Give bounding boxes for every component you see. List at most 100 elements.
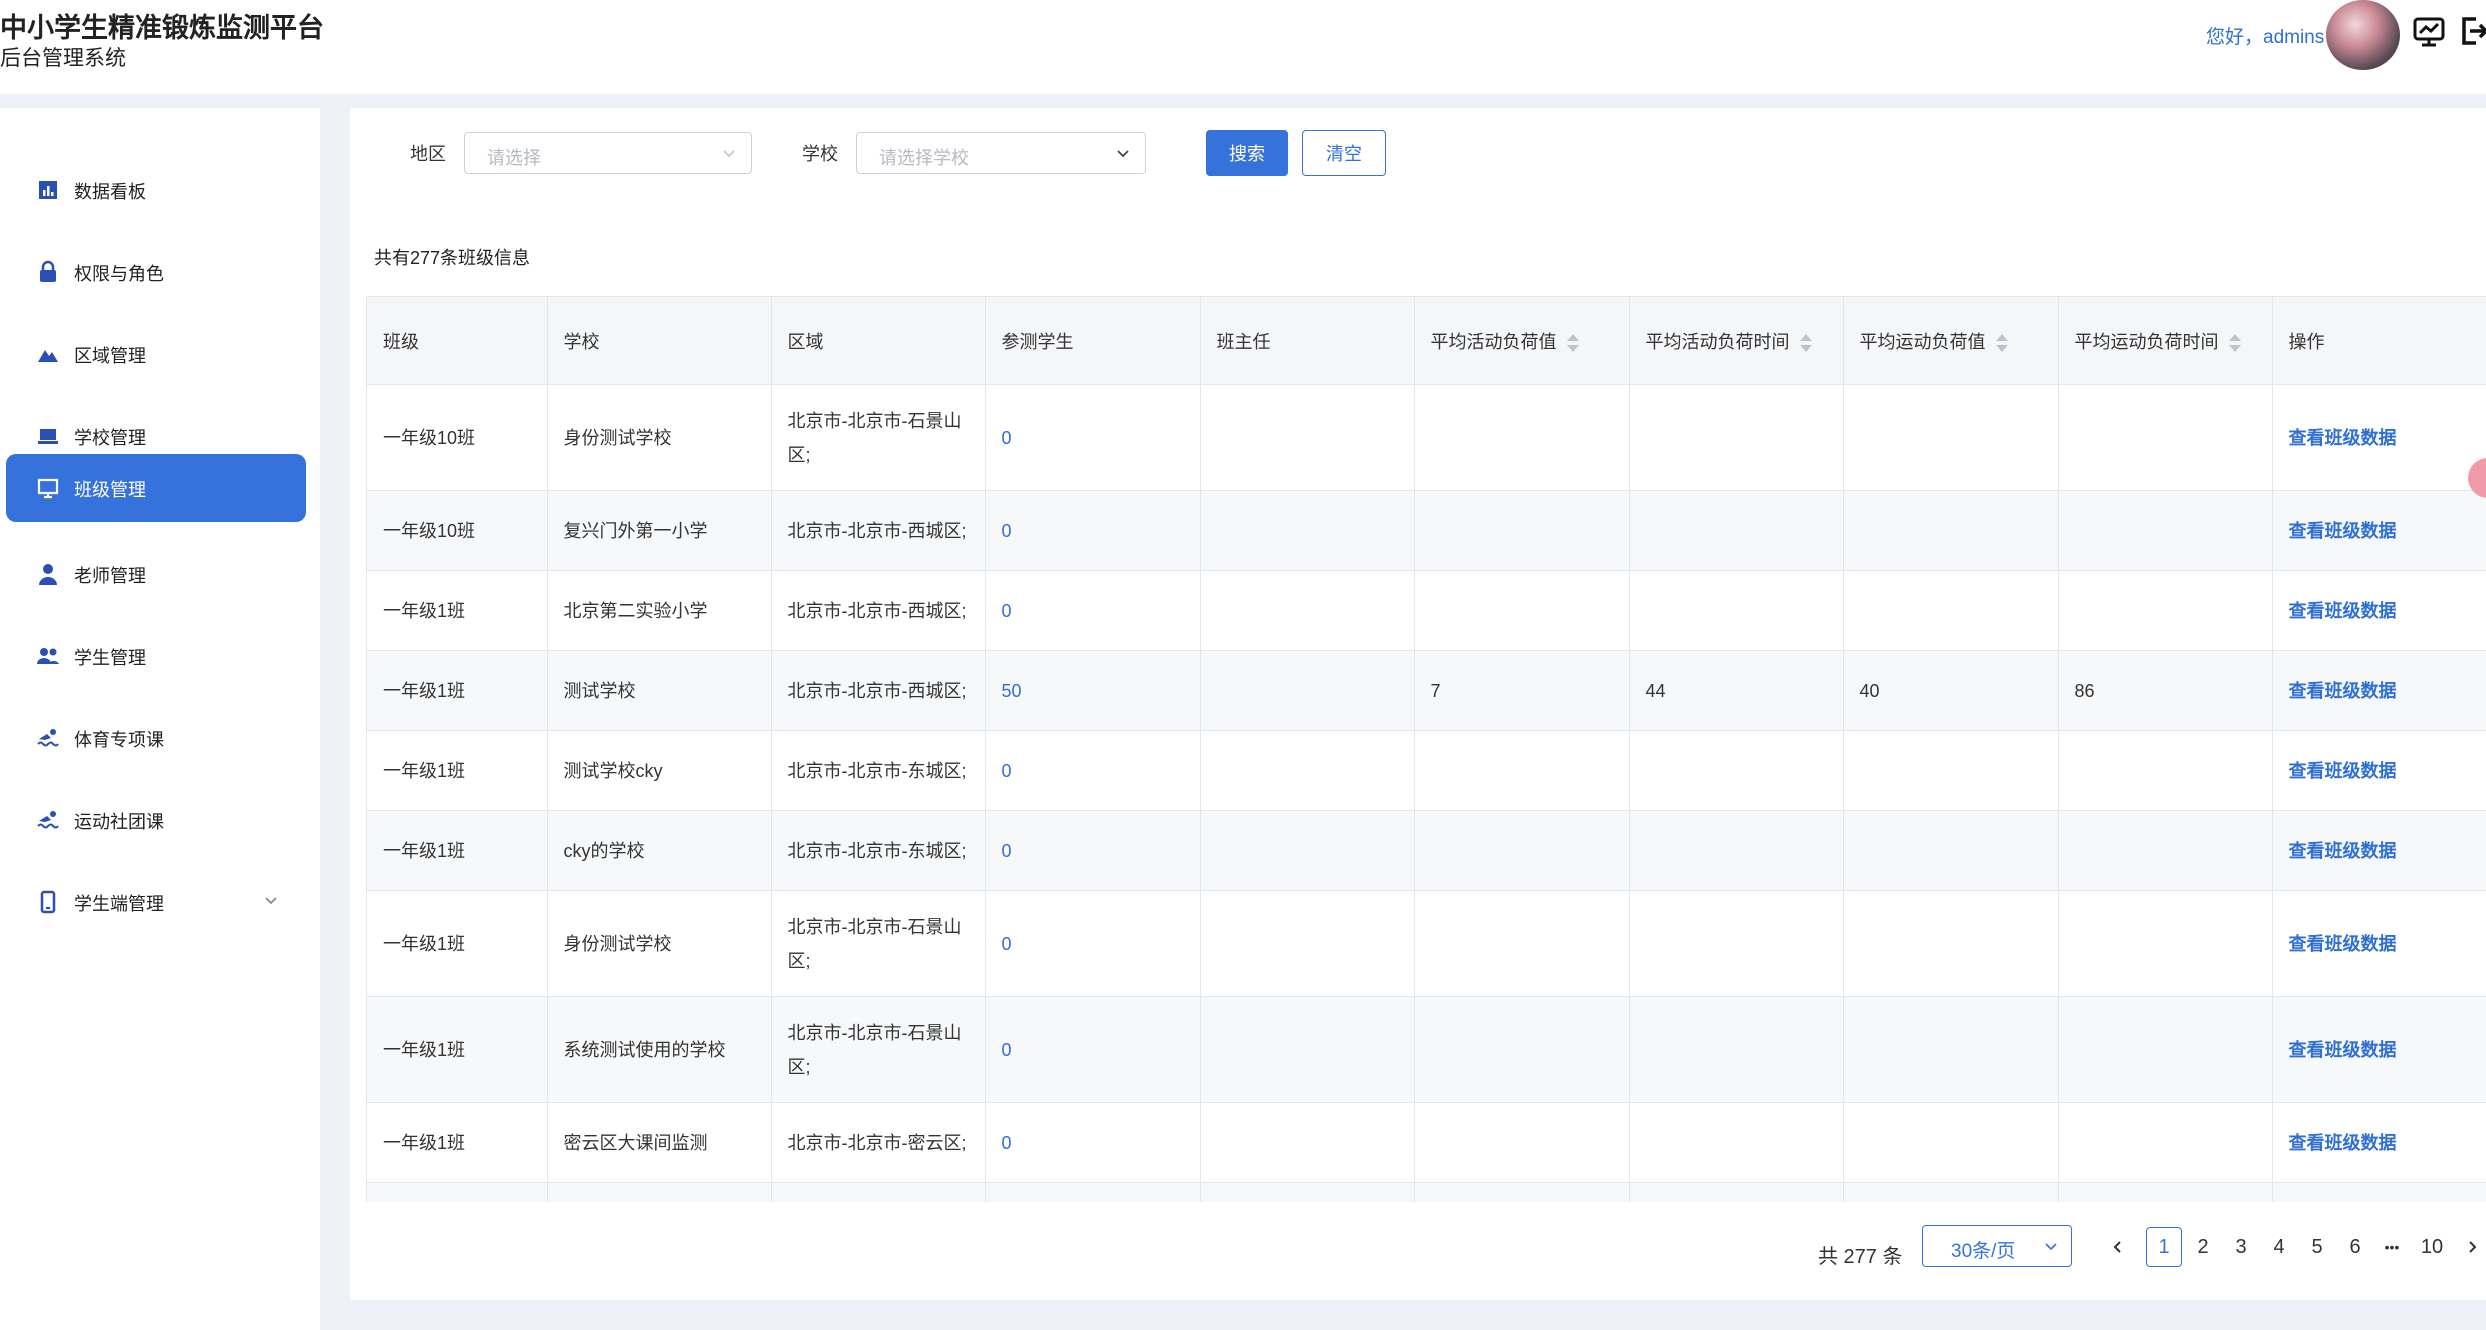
cell-class: 一年级10班 xyxy=(367,490,548,571)
view-class-data-link[interactable]: 查看班级数据 xyxy=(2289,681,2397,701)
column-header-label: 平均活动负荷值 xyxy=(1430,331,1557,352)
cell-teacher xyxy=(1200,490,1415,571)
view-class-data-link[interactable]: 查看班级数据 xyxy=(2289,1133,2397,1153)
search-button[interactable]: 搜索 xyxy=(1206,130,1288,176)
chevron-left-icon xyxy=(2113,1241,2121,1253)
cell-school: 系统测试使用的学校 xyxy=(547,996,772,1103)
cell-avg-activity-load xyxy=(1414,384,1630,491)
cell-students: 0 xyxy=(985,570,1201,651)
page-6-button[interactable]: 6 xyxy=(2340,1227,2370,1267)
column-header-class: 班级 xyxy=(367,296,548,385)
sidebar-item-classes[interactable]: 班级管理 xyxy=(6,454,306,522)
user-greeting[interactable]: 您好，admins xyxy=(2206,22,2324,49)
cell-teacher xyxy=(1200,650,1415,731)
view-class-data-link[interactable]: 查看班级数据 xyxy=(2289,428,2397,448)
chevron-right-icon xyxy=(2469,1241,2477,1253)
mountain-icon xyxy=(38,350,58,362)
sidebar: 数据看板 权限与角色 区域管理 学校管理 班级管理 老师管理 学生管理 体育专项… xyxy=(0,108,320,1330)
cell-school xyxy=(547,1182,772,1202)
cell-avg-activity-time xyxy=(1629,570,1844,651)
cell-avg-exercise-load xyxy=(1843,384,2059,491)
cell-avg-exercise-time xyxy=(2058,1102,2273,1183)
users-icon xyxy=(37,648,59,664)
sidebar-item-students[interactable]: 学生管理 xyxy=(6,622,306,690)
sort-icon[interactable] xyxy=(1566,333,1579,352)
view-class-data-link[interactable]: 查看班级数据 xyxy=(2289,934,2397,954)
column-header-region: 区域 xyxy=(771,296,986,385)
cell-class: 一年级1班 xyxy=(367,810,548,891)
cell-class: 一年级1班 xyxy=(367,890,548,997)
monitor-chart-icon[interactable] xyxy=(2412,14,2446,48)
page-size-select[interactable]: 30条/页 xyxy=(1922,1225,2072,1267)
cell-students: 0 xyxy=(985,384,1201,491)
cell-avg-activity-load xyxy=(1414,1102,1630,1183)
page-size-value: 30条/页 xyxy=(1951,1241,2016,1262)
cell-region: 北京市-北京市-石景山 区; xyxy=(771,384,986,491)
cell-teacher xyxy=(1200,810,1415,891)
view-class-data-link[interactable]: 查看班级数据 xyxy=(2289,761,2397,781)
region-select[interactable]: 请选择 xyxy=(464,132,752,174)
prev-page-button[interactable] xyxy=(2104,1227,2132,1267)
chevron-down-icon xyxy=(1117,150,1129,158)
view-class-data-link[interactable]: 查看班级数据 xyxy=(2289,841,2397,861)
next-page-button[interactable] xyxy=(2460,1227,2484,1267)
cell-avg-exercise-load xyxy=(1843,890,2059,997)
sidebar-item-permissions[interactable]: 权限与角色 xyxy=(6,238,306,306)
cell-action: 查看班级数据 xyxy=(2272,890,2486,997)
cell-students: 50 xyxy=(985,650,1201,731)
column-header-avg-activity-load[interactable]: 平均活动负荷值 xyxy=(1414,296,1630,385)
cell-students xyxy=(985,1182,1201,1202)
page-ellipsis[interactable]: ••• xyxy=(2374,1227,2410,1267)
page-10-button[interactable]: 10 xyxy=(2414,1227,2450,1267)
clear-button[interactable]: 清空 xyxy=(1302,130,1386,176)
record-count: 共有277条班级信息 xyxy=(374,248,531,268)
cell-avg-activity-load xyxy=(1414,810,1630,891)
cell-avg-activity-time xyxy=(1629,384,1844,491)
cell-action: 查看班级数据 xyxy=(2272,730,2486,811)
cell-avg-exercise-time xyxy=(2058,890,2273,997)
column-header-avg-exercise-load[interactable]: 平均运动负荷值 xyxy=(1843,296,2059,385)
chevron-down-icon[interactable] xyxy=(262,892,280,910)
cell-region: 北京市-北京市-西城区; xyxy=(771,490,986,571)
sort-icon[interactable] xyxy=(2228,333,2241,352)
column-header-avg-activity-time[interactable]: 平均活动负荷时间 xyxy=(1629,296,1844,385)
page-1-button[interactable]: 1 xyxy=(2146,1227,2182,1267)
region-text: 北京市-北京市-密云区; xyxy=(787,1132,967,1153)
main-content: 地区 请选择 学校 请选择学校 搜索 清空 共有277条班级信息 班级 学校 区… xyxy=(350,108,2486,1300)
sidebar-item-teachers[interactable]: 老师管理 xyxy=(6,540,306,608)
cell-class: 一年级1班 xyxy=(367,996,548,1103)
cell-avg-exercise-load xyxy=(1843,570,2059,651)
region-text: 北京市-北京市-西城区; xyxy=(787,680,967,701)
view-class-data-link[interactable]: 查看班级数据 xyxy=(2289,521,2397,541)
sidebar-item-pe-courses[interactable]: 体育专项课 xyxy=(6,704,306,772)
sidebar-item-label: 区域管理 xyxy=(74,346,146,366)
sidebar-item-dashboard[interactable]: 数据看板 xyxy=(6,156,306,224)
cell-action: 查看班级数据 xyxy=(2272,490,2486,571)
view-class-data-link[interactable]: 查看班级数据 xyxy=(2289,601,2397,621)
sort-icon[interactable] xyxy=(1995,333,2008,352)
view-class-data-link[interactable]: 查看班级数据 xyxy=(2289,1040,2397,1060)
sidebar-item-club-courses[interactable]: 运动社团课 xyxy=(6,786,306,854)
sidebar-item-label: 学生管理 xyxy=(74,648,146,668)
school-select[interactable]: 请选择学校 xyxy=(856,132,1146,174)
top-header: 中小学生精准锻炼监测平台 后台管理系统 您好，admins xyxy=(0,0,2486,94)
swim-icon xyxy=(37,811,59,829)
cell-teacher xyxy=(1200,570,1415,651)
page-4-button[interactable]: 4 xyxy=(2264,1227,2294,1267)
cell-avg-exercise-load: 40 xyxy=(1843,650,2059,731)
page-5-button[interactable]: 5 xyxy=(2302,1227,2332,1267)
sidebar-item-student-app[interactable]: 学生端管理 xyxy=(6,868,306,936)
avatar[interactable] xyxy=(2326,0,2400,70)
sort-icon[interactable] xyxy=(1799,333,1812,352)
page-3-button[interactable]: 3 xyxy=(2226,1227,2256,1267)
cell-school: 身份测试学校 xyxy=(547,384,772,491)
region-text: 北京市-北京市-石景山 xyxy=(787,1022,962,1043)
cell-avg-exercise-load xyxy=(1843,996,2059,1103)
pagination-total: 共 277 条 xyxy=(1818,1246,1903,1268)
page-2-button[interactable]: 2 xyxy=(2188,1227,2218,1267)
sidebar-item-regions[interactable]: 区域管理 xyxy=(6,320,306,388)
cell-avg-exercise-load xyxy=(1843,810,2059,891)
table-row: 一年级1班 身份测试学校 北京市-北京市-石景山 区; 0 查看班级数据 xyxy=(367,890,2486,997)
column-header-avg-exercise-time[interactable]: 平均运动负荷时间 xyxy=(2058,296,2273,385)
logout-icon[interactable] xyxy=(2456,14,2486,48)
